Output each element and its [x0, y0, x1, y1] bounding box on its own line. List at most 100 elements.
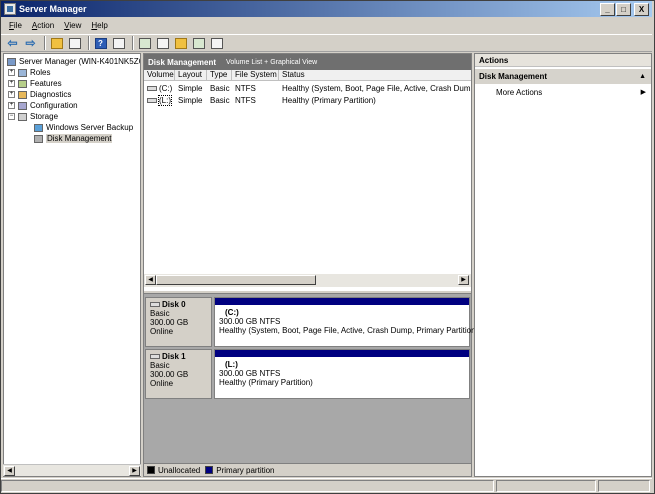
tree-item-diagnostics[interactable]: + Diagnostics [8, 89, 71, 100]
column-header-file-system[interactable]: File System [232, 70, 279, 80]
actions-section-disk-management[interactable]: Disk Management ▲ [475, 69, 651, 84]
primary-partition-bar [215, 298, 469, 305]
collapse-icon[interactable]: ▲ [639, 69, 646, 84]
menu-bar: File Action View Help [1, 18, 652, 33]
volume-list-horizontal-scrollbar[interactable]: ◀ ▶ [144, 274, 471, 287]
expand-icon[interactable]: + [8, 91, 15, 98]
menu-help[interactable]: Help [86, 21, 112, 30]
disk-1-row: Disk 1 Basic 300.00 GB Online (L:) 300.0… [145, 349, 470, 399]
scroll-right-icon[interactable]: ▶ [129, 466, 140, 476]
close-button[interactable]: X [634, 2, 649, 16]
tree-item-configuration[interactable]: + Configuration [8, 100, 78, 111]
volume-cell: (L:) [144, 95, 175, 106]
show-hide-action-pane-icon[interactable] [111, 36, 126, 50]
tree-item-server-manager[interactable]: Server Manager (WIN-K401NK5ZCM [7, 56, 140, 67]
primary-partition-bar [215, 350, 469, 357]
status-cell: Healthy (Primary Partition) [282, 96, 376, 105]
status-cell: Healthy (System, Boot, Page File, Active… [282, 84, 471, 93]
legend-unallocated: Unallocated [147, 466, 200, 475]
disk-management-pane: Disk Management Volume List + Graphical … [143, 53, 476, 477]
storage-icon [18, 112, 27, 121]
server-icon [7, 57, 16, 66]
volume-cell: (C:) [144, 83, 175, 94]
scroll-right-icon[interactable]: ▶ [458, 275, 469, 285]
toolbar-separator [44, 36, 46, 50]
disk-1-label[interactable]: Disk 1 Basic 300.00 GB Online [145, 349, 212, 399]
disk-0-label[interactable]: Disk 0 Basic 300.00 GB Online [145, 297, 212, 347]
graphical-view: Disk 0 Basic 300.00 GB Online (C:) 300.0… [144, 293, 476, 463]
search-icon[interactable] [191, 36, 206, 50]
disk-icon [150, 354, 160, 360]
properties-icon[interactable] [155, 36, 170, 50]
column-header-status[interactable]: Status [279, 70, 471, 80]
volume-list: Volume Layout Type File System Status (C… [144, 70, 471, 291]
volume-list-header: Volume Layout Type File System Status [144, 70, 471, 81]
tree-item-disk-management[interactable]: Disk Management [34, 133, 113, 144]
tree-item-storage[interactable]: − Storage [8, 111, 58, 122]
tree-item-features[interactable]: + Features [8, 78, 62, 89]
layout-cell: Simple [178, 96, 203, 105]
back-arrow-icon[interactable]: ⇦ [5, 36, 20, 50]
disk-0-row: Disk 0 Basic 300.00 GB Online (C:) 300.0… [145, 297, 476, 347]
file-system-cell: NTFS [235, 84, 256, 93]
forward-arrow-icon[interactable]: ⇨ [23, 36, 38, 50]
status-bar [1, 478, 652, 492]
column-header-type[interactable]: Type [207, 70, 232, 80]
status-panel [1, 480, 494, 492]
diagnostics-icon [18, 90, 27, 99]
server-manager-icon [4, 3, 16, 15]
maximize-button[interactable]: □ [616, 2, 631, 16]
title-bar[interactable]: Server Manager _ □ X [1, 1, 652, 17]
roles-icon [18, 68, 27, 77]
status-panel [598, 480, 650, 492]
disk-management-icon [34, 134, 43, 143]
tree-item-roles[interactable]: + Roles [8, 67, 50, 78]
menu-action[interactable]: Action [27, 21, 59, 30]
column-header-volume[interactable]: Volume [144, 70, 175, 80]
scrollbar-thumb[interactable] [156, 275, 316, 285]
console-tree: Server Manager (WIN-K401NK5ZCM + Roles +… [3, 53, 141, 477]
window-title: Server Manager [19, 4, 87, 14]
toolbar-separator [88, 36, 90, 50]
menu-file[interactable]: File [4, 21, 27, 30]
column-header-layout[interactable]: Layout [175, 70, 207, 80]
scroll-left-icon[interactable]: ◀ [145, 275, 156, 285]
minimize-button[interactable]: _ [600, 2, 615, 16]
refresh-icon[interactable] [137, 36, 152, 50]
expand-icon[interactable]: + [8, 69, 15, 76]
primary-partition-swatch [205, 466, 214, 474]
volume-icon [147, 86, 157, 92]
tree-item-windows-server-backup[interactable]: Windows Server Backup [34, 122, 133, 133]
configuration-icon [18, 101, 27, 110]
menu-view[interactable]: View [59, 21, 86, 30]
pane-header: Disk Management Volume List + Graphical … [144, 54, 471, 70]
table-row[interactable]: (L:) Simple Basic NTFS Healthy (Primary … [144, 95, 471, 106]
tree-horizontal-scrollbar[interactable]: ◀ ▶ [3, 464, 141, 476]
partition-c[interactable]: (C:) 300.00 GB NTFS Healthy (System, Boo… [214, 297, 476, 347]
volume-icon [147, 98, 157, 104]
status-panel [496, 480, 596, 492]
type-cell: Basic [210, 96, 230, 105]
disk-icon [150, 302, 160, 308]
partition-l[interactable]: (L:) 300.00 GB NTFS Healthy (Primary Par… [214, 349, 470, 399]
expand-icon[interactable]: + [8, 80, 15, 87]
submenu-arrow-icon: ▶ [640, 89, 646, 96]
up-folder-icon[interactable] [49, 36, 64, 50]
type-cell: Basic [210, 84, 230, 93]
open-folder-icon[interactable] [173, 36, 188, 50]
more-actions-item[interactable]: More Actions ▶ [475, 87, 651, 99]
toolbar-separator [132, 36, 134, 50]
scroll-left-icon[interactable]: ◀ [4, 466, 15, 476]
backup-icon [34, 123, 43, 132]
collapse-icon[interactable]: − [8, 113, 15, 120]
show-hide-console-tree-icon[interactable] [67, 36, 82, 50]
disk-properties-icon[interactable] [209, 36, 224, 50]
file-system-cell: NTFS [235, 96, 256, 105]
legend-primary-partition: Primary partition [205, 466, 275, 475]
pane-subtitle: Volume List + Graphical View [226, 58, 318, 66]
toolbar: ⇦ ⇨ ? [1, 34, 652, 52]
help-icon[interactable]: ? [93, 36, 108, 50]
actions-header: Actions [475, 54, 651, 67]
expand-icon[interactable]: + [8, 102, 15, 109]
table-row[interactable]: (C:) Simple Basic NTFS Healthy (System, … [144, 83, 471, 94]
